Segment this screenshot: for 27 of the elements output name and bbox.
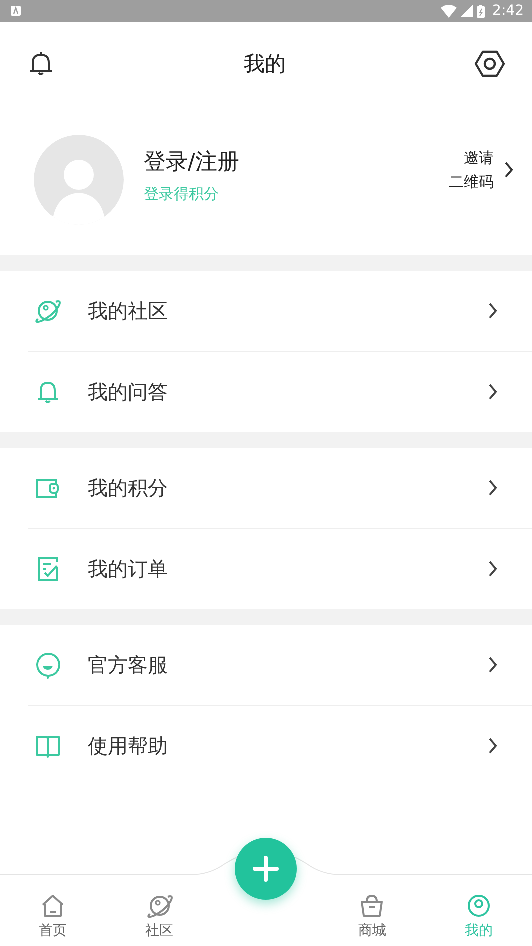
nav-tab[interactable]: 商城	[319, 876, 426, 946]
page-title: 我的	[244, 50, 286, 78]
menu-item[interactable]: 官方客服	[0, 625, 532, 705]
plus-icon	[253, 856, 280, 882]
signal-icon	[460, 5, 473, 17]
chevron-right-icon	[488, 560, 498, 578]
clock-time: 2:42	[492, 3, 524, 19]
menu-item[interactable]: 我的积分	[0, 448, 532, 528]
battery-icon	[476, 4, 485, 18]
chevron-right-icon	[504, 161, 514, 179]
chevron-right-icon	[488, 383, 498, 401]
wifi-icon	[440, 4, 457, 18]
chevron-right-icon	[488, 656, 498, 674]
chat-bubble-icon	[34, 651, 62, 679]
login-register-link[interactable]: 登录/注册	[144, 146, 240, 176]
invite-qr-button[interactable]: 邀请 二维码	[449, 146, 514, 194]
chevron-right-icon	[488, 737, 498, 755]
menu-item[interactable]: 我的社区	[0, 271, 532, 351]
menu-item[interactable]: 我的问答	[0, 352, 532, 432]
chevron-right-icon	[488, 302, 498, 320]
nav-tab[interactable]: 首页	[0, 876, 106, 946]
login-points-hint: 登录得积分	[144, 184, 219, 204]
menu-item[interactable]: 我的订单	[0, 529, 532, 609]
menu-item[interactable]: 使用帮助	[0, 706, 532, 786]
nav-tab[interactable]: 社区	[106, 876, 213, 946]
chevron-right-icon	[488, 479, 498, 497]
notification-icon	[10, 5, 22, 17]
